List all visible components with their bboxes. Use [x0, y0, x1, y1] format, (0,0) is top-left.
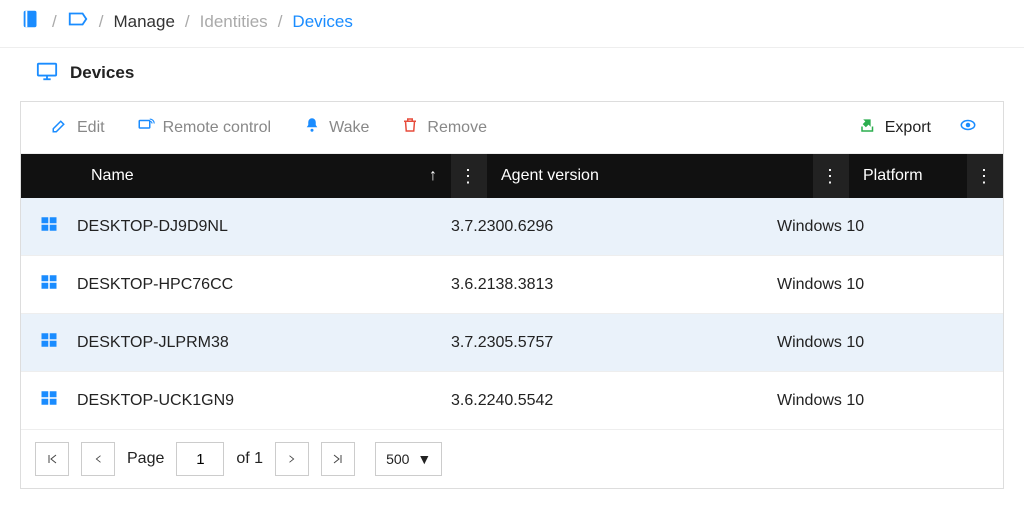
cell-name: DESKTOP-UCK1GN9 — [77, 392, 451, 410]
eye-icon — [959, 116, 977, 139]
cell-name: DESKTOP-JLPRM38 — [77, 334, 451, 352]
pager-size-select[interactable]: 500 ▼ — [375, 442, 442, 476]
tag-icon[interactable] — [67, 8, 89, 35]
wake-button[interactable]: Wake — [289, 112, 383, 143]
breadcrumb-sep: / — [278, 12, 283, 32]
toolbar: Edit Remote control Wake Remove Export — [21, 102, 1003, 154]
book-icon[interactable] — [20, 8, 42, 35]
th-version[interactable]: Agent version — [487, 154, 813, 198]
remove-button[interactable]: Remove — [387, 112, 501, 143]
th-platform-label: Platform — [863, 167, 923, 185]
cell-name: DESKTOP-HPC76CC — [77, 276, 451, 294]
view-settings-button[interactable] — [949, 112, 987, 143]
cell-platform: Windows 10 — [777, 334, 1003, 352]
cell-platform: Windows 10 — [777, 218, 1003, 236]
breadcrumb-sep: / — [52, 12, 57, 32]
breadcrumb-identities[interactable]: Identities — [200, 12, 268, 32]
cell-version: 3.7.2300.6296 — [451, 218, 777, 236]
pager-page-label: Page — [127, 450, 164, 468]
sort-asc-icon: ↑ — [429, 167, 437, 185]
table-row[interactable]: DESKTOP-DJ9D9NL 3.7.2300.6296 Windows 10 — [21, 198, 1003, 256]
trash-icon — [401, 116, 419, 139]
th-name-menu[interactable]: ⋮ — [451, 154, 487, 198]
breadcrumb-sep: / — [185, 12, 190, 32]
monitor-icon — [36, 60, 58, 85]
cell-version: 3.6.2240.5542 — [451, 392, 777, 410]
th-platform-menu[interactable]: ⋮ — [967, 154, 1003, 198]
table-row[interactable]: DESKTOP-HPC76CC 3.6.2138.3813 Windows 10 — [21, 256, 1003, 314]
remove-label: Remove — [427, 119, 487, 137]
table-header: Name ↑ ⋮ Agent version ⋮ Platform ⋮ — [21, 154, 1003, 198]
th-version-label: Agent version — [501, 167, 599, 185]
bell-icon — [303, 116, 321, 139]
pager-first-button[interactable] — [35, 442, 69, 476]
export-button[interactable]: Export — [845, 112, 945, 143]
windows-icon — [40, 389, 58, 412]
breadcrumb: / / Manage / Identities / Devices — [0, 0, 1024, 48]
windows-icon — [40, 215, 58, 238]
devices-panel: Edit Remote control Wake Remove Export N… — [20, 101, 1004, 489]
edit-label: Edit — [77, 119, 105, 137]
th-platform[interactable]: Platform — [849, 154, 967, 198]
table-row[interactable]: DESKTOP-JLPRM38 3.7.2305.5757 Windows 10 — [21, 314, 1003, 372]
cell-version: 3.6.2138.3813 — [451, 276, 777, 294]
pager-size-value: 500 — [386, 451, 409, 467]
pager: Page of 1 500 ▼ — [21, 430, 1003, 488]
cell-version: 3.7.2305.5757 — [451, 334, 777, 352]
pager-prev-button[interactable] — [81, 442, 115, 476]
cell-name: DESKTOP-DJ9D9NL — [77, 218, 451, 236]
wake-label: Wake — [329, 119, 369, 137]
pager-next-button[interactable] — [275, 442, 309, 476]
remote-icon — [137, 116, 155, 139]
th-name-label: Name — [91, 167, 134, 185]
breadcrumb-devices[interactable]: Devices — [292, 12, 352, 32]
edit-button[interactable]: Edit — [37, 112, 119, 143]
export-label: Export — [885, 119, 931, 137]
export-icon — [859, 116, 877, 139]
table-body: DESKTOP-DJ9D9NL 3.7.2300.6296 Windows 10… — [21, 198, 1003, 430]
th-version-menu[interactable]: ⋮ — [813, 154, 849, 198]
th-name[interactable]: Name ↑ — [77, 154, 451, 198]
table-row[interactable]: DESKTOP-UCK1GN9 3.6.2240.5542 Windows 10 — [21, 372, 1003, 430]
pager-last-button[interactable] — [321, 442, 355, 476]
chevron-down-icon: ▼ — [417, 451, 431, 467]
pager-of-label: of 1 — [236, 450, 263, 468]
th-select — [21, 154, 77, 198]
windows-icon — [40, 273, 58, 296]
cell-platform: Windows 10 — [777, 276, 1003, 294]
breadcrumb-sep: / — [99, 12, 104, 32]
windows-icon — [40, 331, 58, 354]
cell-platform: Windows 10 — [777, 392, 1003, 410]
remote-label: Remote control — [163, 119, 272, 137]
pencil-icon — [51, 116, 69, 139]
pager-page-input[interactable] — [176, 442, 224, 476]
remote-control-button[interactable]: Remote control — [123, 112, 286, 143]
page-title: Devices — [70, 63, 134, 83]
breadcrumb-manage[interactable]: Manage — [113, 12, 174, 32]
page-header: Devices — [0, 48, 1024, 101]
